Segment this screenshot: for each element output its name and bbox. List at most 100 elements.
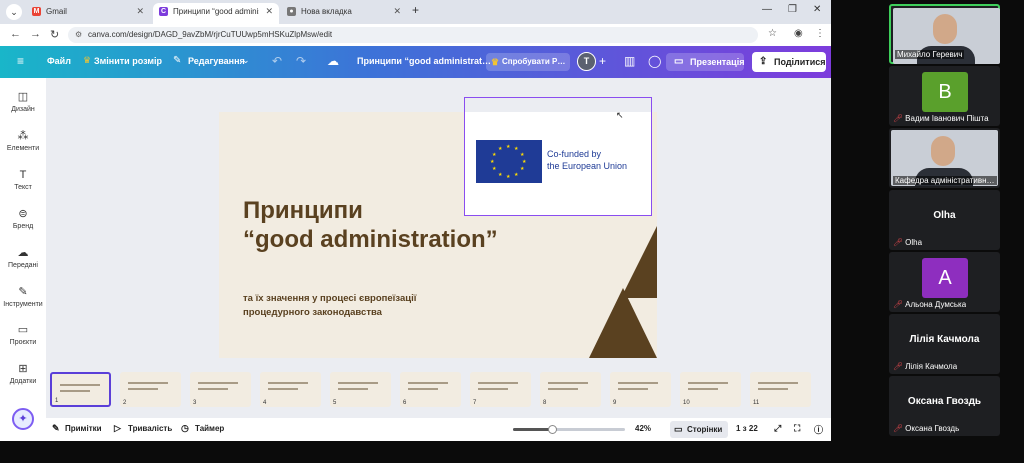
- chevron-down-icon[interactable]: ⌄: [242, 55, 250, 66]
- timer-button[interactable]: Таймер: [195, 424, 224, 433]
- tab-title: Gmail: [46, 7, 67, 16]
- share-button[interactable]: ⇪ Поділитися: [752, 52, 826, 72]
- slide-thumbnail[interactable]: 4: [260, 372, 321, 407]
- thumbnail-content: [478, 382, 518, 384]
- thumbnail-number: 5: [333, 400, 337, 406]
- cloud-saved-icon[interactable]: ☁: [327, 54, 339, 68]
- sidebar-item-apps[interactable]: ⊞ Додатки: [0, 362, 46, 385]
- play-icon: ▷: [114, 423, 121, 433]
- add-collaborator-icon[interactable]: +: [599, 54, 606, 68]
- sidebar-item-elements[interactable]: ⁂ Елементи: [0, 129, 46, 152]
- participant-tile[interactable]: Olha 🎤︎ Olha: [889, 190, 1000, 250]
- slide-thumbnail[interactable]: 11: [750, 372, 811, 407]
- tab-search-icon[interactable]: ⌄: [6, 4, 22, 20]
- maximize-icon[interactable]: ❐: [788, 4, 797, 15]
- sidebar-item-tools[interactable]: ✎ Інструменти: [0, 285, 46, 308]
- slide-thumbnail[interactable]: 9: [610, 372, 671, 407]
- upload-icon: ☁: [17, 247, 29, 259]
- apps-icon: ⊞: [18, 363, 28, 375]
- tab-new[interactable]: ● Нова вкладка ✕: [281, 3, 407, 24]
- zoom-value[interactable]: 42%: [635, 424, 651, 433]
- close-icon[interactable]: ✕: [136, 3, 144, 20]
- url-text: canva.com/design/DAGD_9avZbM/rjrCuTUUwp5…: [88, 30, 333, 39]
- participant-tile[interactable]: Михайло Геревич: [889, 4, 1000, 64]
- profile-icon[interactable]: ◉: [794, 28, 803, 39]
- close-window-icon[interactable]: ✕: [813, 4, 821, 15]
- redo-icon[interactable]: ↷: [296, 54, 306, 68]
- try-pro-button[interactable]: ♛ Спробувати Р…: [486, 53, 570, 71]
- participant-tile[interactable]: А 🎤︎ Альона Думська: [889, 252, 1000, 312]
- participant-label: Михайло Геревич: [895, 50, 965, 59]
- slide-thumbnail[interactable]: 1: [50, 372, 111, 407]
- zoom-slider-knob[interactable]: [548, 425, 558, 434]
- thumbnail-content: [618, 388, 648, 390]
- new-tab-button[interactable]: +: [412, 3, 419, 17]
- forward-icon[interactable]: →: [30, 28, 41, 40]
- notes-icon: ✎: [52, 423, 60, 433]
- participant-tile[interactable]: Лілія Качмола 🎤︎ Лілія Качмола: [889, 314, 1000, 374]
- present-button[interactable]: ▭ Презентація: [666, 53, 744, 71]
- thumbnail-content: [198, 382, 238, 384]
- site-info-icon[interactable]: ⚙: [75, 27, 82, 43]
- duration-button[interactable]: Тривалість: [128, 424, 172, 433]
- sidebar-item-design[interactable]: ◫ Дизайн: [0, 90, 46, 113]
- sidebar-item-uploads[interactable]: ☁ Передані: [0, 246, 46, 269]
- slide-subtitle[interactable]: та їх значення у процесі європеїзації пр…: [243, 292, 416, 320]
- sidebar-item-text[interactable]: T Текст: [0, 168, 46, 191]
- thumbnail-number: 10: [683, 400, 690, 406]
- thumbnail-content: [548, 388, 578, 390]
- file-menu-button[interactable]: Файл: [47, 56, 71, 66]
- participant-tile[interactable]: Кафедра адміністративн…: [889, 128, 1000, 188]
- close-icon[interactable]: ✕: [265, 3, 273, 20]
- tab-bar: ⌄ M Gmail ✕ C Принципи “good administrat…: [0, 0, 831, 24]
- slide-thumbnail[interactable]: 7: [470, 372, 531, 407]
- reload-icon[interactable]: ↻: [50, 28, 59, 41]
- slide-thumbnail[interactable]: 8: [540, 372, 601, 407]
- editing-mode-button[interactable]: Редагування: [188, 56, 245, 66]
- bookmark-star-icon[interactable]: ☆: [768, 28, 777, 39]
- slide-thumbnail[interactable]: 6: [400, 372, 461, 407]
- pages-button[interactable]: ▭ Сторінки: [670, 421, 728, 438]
- help-icon[interactable]: ⓘ: [814, 423, 823, 436]
- sidebar-item-brand[interactable]: ⊜ Бренд: [0, 207, 46, 230]
- thumbnail-number: 1: [55, 398, 59, 404]
- thumbnail-content: [688, 388, 718, 390]
- slide-thumbnail[interactable]: 10: [680, 372, 741, 407]
- insights-chart-icon[interactable]: ▥: [624, 54, 635, 68]
- close-icon[interactable]: ✕: [393, 3, 401, 20]
- tab-gmail[interactable]: M Gmail ✕: [26, 3, 150, 24]
- url-input[interactable]: ⚙ canva.com/design/DAGD_9avZbM/rjrCuTUUw…: [68, 27, 758, 43]
- notes-button[interactable]: Примітки: [65, 424, 102, 433]
- mic-muted-icon: 🎤︎: [893, 300, 904, 309]
- slide-thumbnail[interactable]: 5: [330, 372, 391, 407]
- share-label: Поділитися: [774, 57, 826, 67]
- selection-outline[interactable]: [464, 97, 652, 216]
- zoom-slider[interactable]: [513, 425, 625, 434]
- sidebar-item-projects[interactable]: ▭ Проєкти: [0, 323, 46, 346]
- thumbnail-content: [548, 382, 588, 384]
- menu-kebab-icon[interactable]: ⋮: [815, 28, 825, 39]
- participant-name: Альона Думська: [905, 300, 967, 309]
- slide-thumbnail[interactable]: 3: [190, 372, 251, 407]
- comment-icon[interactable]: ◯: [648, 54, 661, 68]
- document-title[interactable]: Принципи “good administrat…: [357, 56, 491, 66]
- fullscreen-icon[interactable]: ⤢: [774, 423, 781, 434]
- slide-thumbnail[interactable]: 2: [120, 372, 181, 407]
- magic-assistant-icon[interactable]: ✦: [12, 408, 34, 430]
- participant-tile[interactable]: Оксана Гвоздь 🎤︎ Оксана Гвоздь: [889, 376, 1000, 436]
- canvas-workspace[interactable]: Принципи “good administration” та їх зна…: [46, 78, 831, 441]
- participant-face: [931, 136, 955, 166]
- crown-icon: ♛: [491, 57, 500, 67]
- participant-name-big: Лілія Качмола: [909, 334, 980, 345]
- undo-icon[interactable]: ↶: [272, 54, 282, 68]
- hamburger-menu-icon[interactable]: ≡: [17, 54, 24, 68]
- back-icon[interactable]: ←: [10, 28, 21, 40]
- slide-title[interactable]: Принципи “good administration”: [243, 196, 498, 254]
- minimize-icon[interactable]: —: [762, 4, 772, 15]
- participant-name: Михайло Геревич: [897, 50, 963, 59]
- participant-tile[interactable]: В 🎤︎ Вадим Іванович Пішта: [889, 66, 1000, 126]
- tab-canva[interactable]: C Принципи “good administrati… ✕: [153, 3, 279, 24]
- expand-icon[interactable]: ⛶: [794, 423, 800, 434]
- resize-button[interactable]: Змінити розмір: [94, 56, 162, 66]
- user-avatar[interactable]: T: [577, 52, 596, 71]
